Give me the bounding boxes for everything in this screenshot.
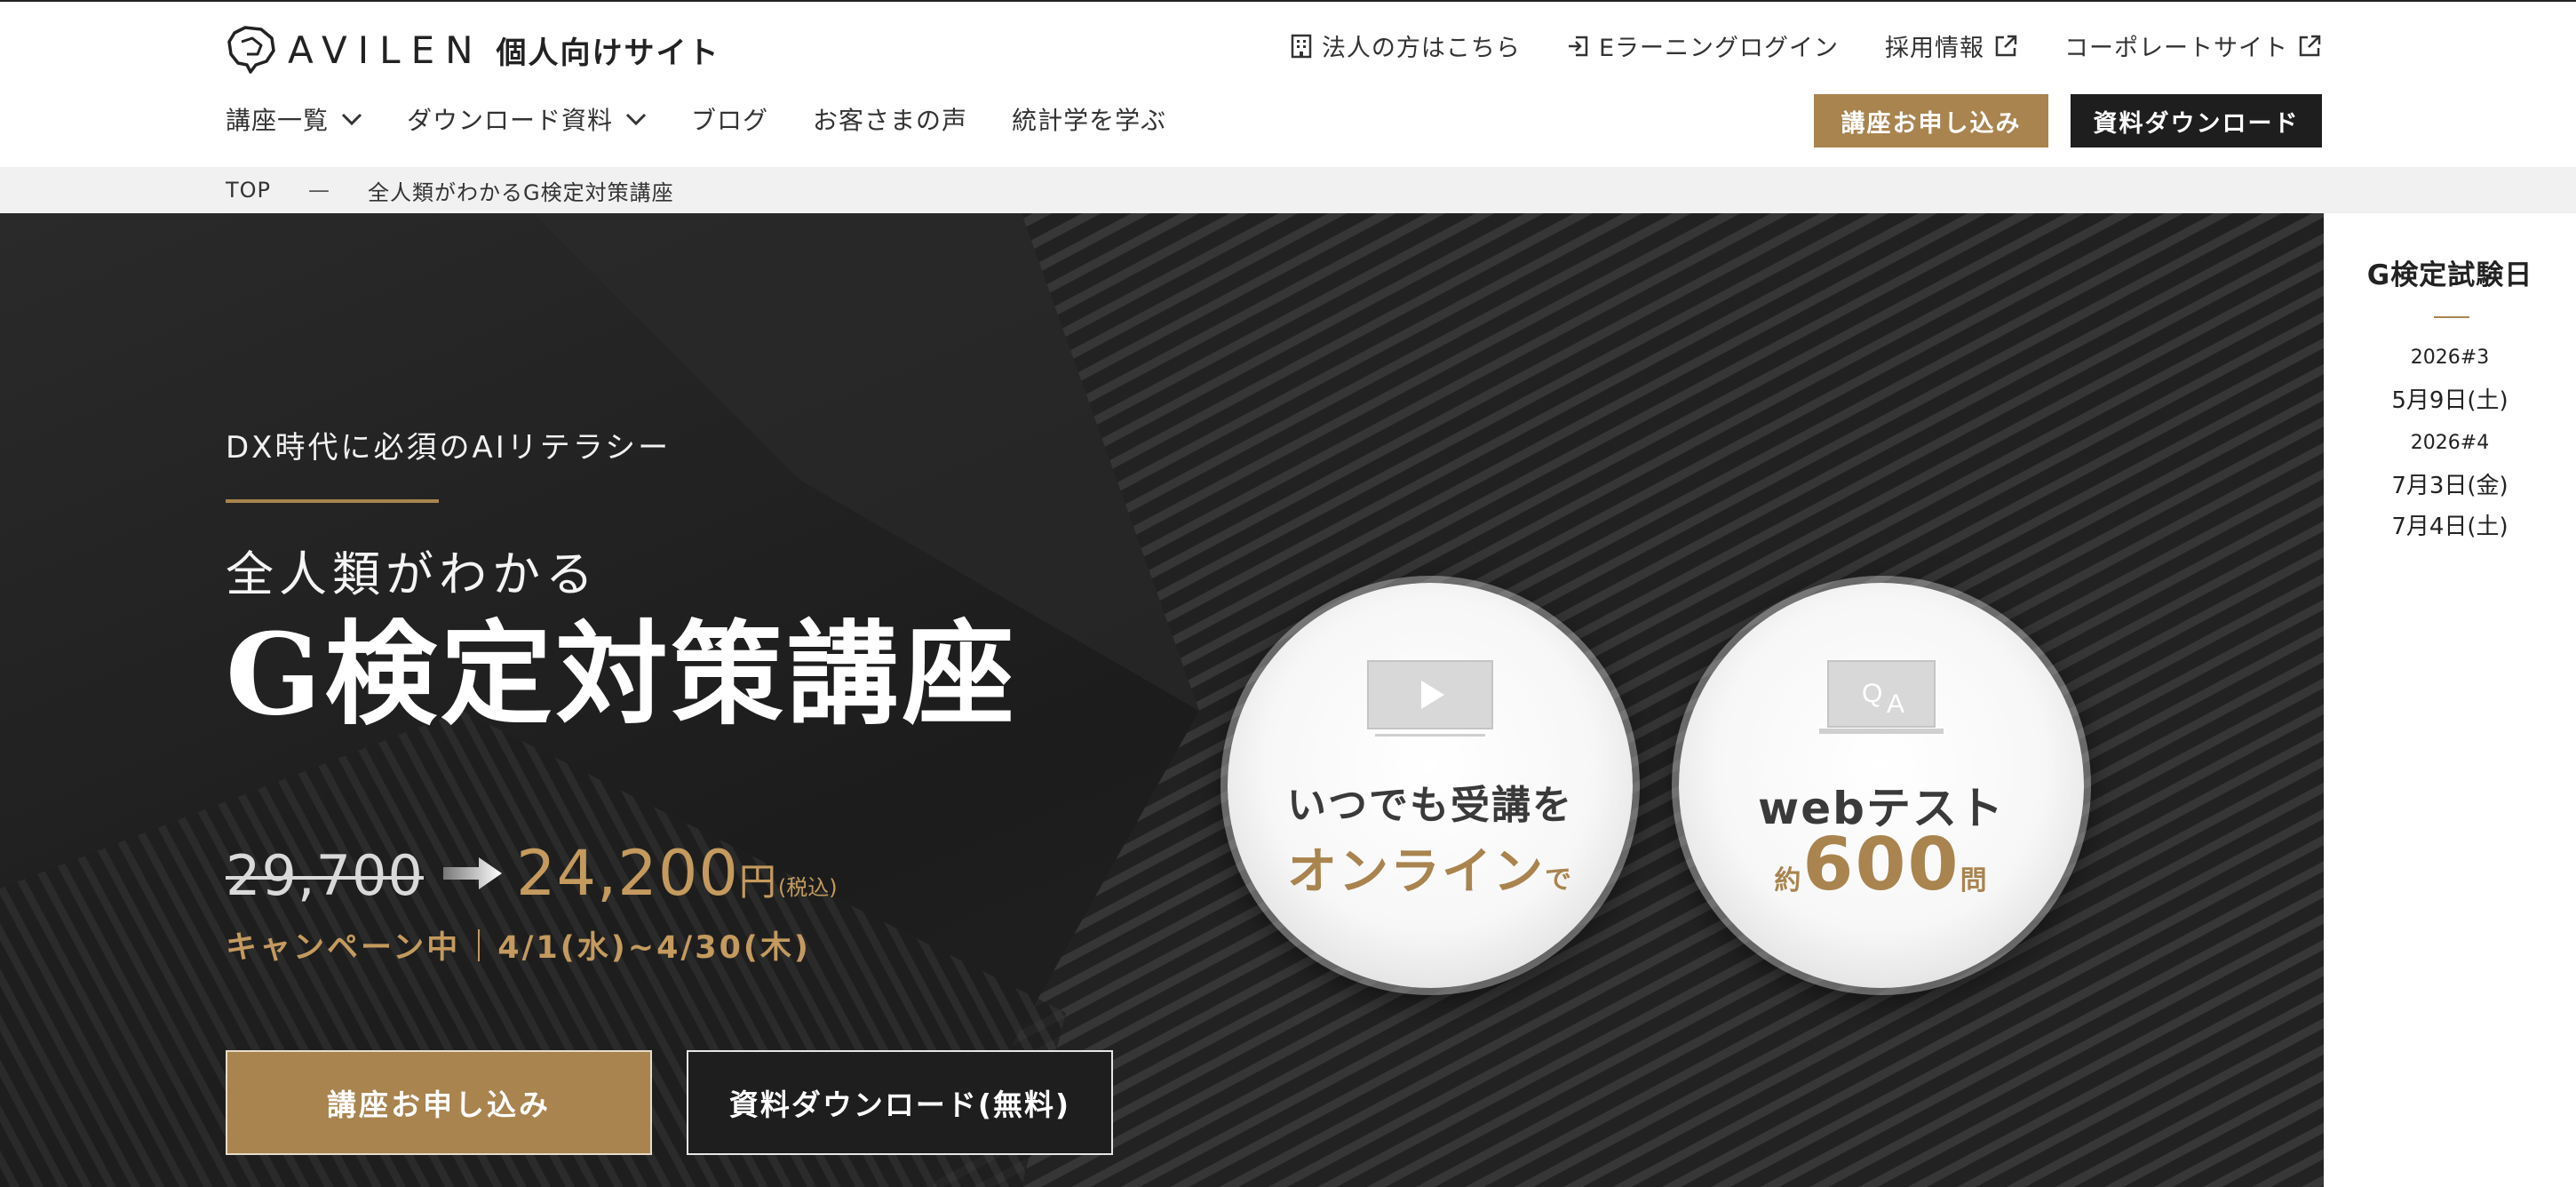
site-header: AVILEN 個人向けサイト 法人の方はこちら Eラーニングログイン 採用情報: [0, 2, 2576, 167]
avilen-logo-icon: [227, 26, 275, 74]
nav-testimonials[interactable]: お客さまの声: [813, 101, 967, 137]
breadcrumb-separator: —: [308, 178, 331, 203]
feature-webtest-count: 600: [1802, 823, 1960, 907]
price-old: 29,700: [226, 843, 424, 908]
nav-statistics[interactable]: 統計学を学ぶ: [1012, 101, 1166, 137]
building-icon: [1291, 34, 1312, 58]
brand-sub: 個人向けサイト: [496, 35, 720, 71]
exam-date: 7月3日(金): [2391, 473, 2508, 499]
nav-downloads[interactable]: ダウンロード資料: [407, 101, 647, 137]
hero: DX時代に必須のAIリテラシー 全人類がわかる G検定対策講座 29,700 2…: [0, 213, 2324, 1187]
header-apply-button[interactable]: 講座お申し込み: [1814, 94, 2048, 147]
exam-date: 7月4日(土): [2391, 514, 2508, 540]
hero-title: G検定対策講座: [226, 609, 1018, 740]
utility-nav: 法人の方はこちら Eラーニングログイン 採用情報 コーポレートサイト: [1290, 28, 2322, 63]
feature-online: いつでも受講を オンラインで: [1228, 583, 1633, 988]
feature-webtest-line2: 約600問: [1679, 823, 2084, 907]
eyebrow-divider: [226, 499, 439, 503]
external-link-icon: [1995, 35, 2017, 56]
external-link-icon: [2299, 35, 2321, 56]
price-row: 29,700 24,200 円 (税込): [226, 837, 838, 910]
login-icon: [1568, 36, 1588, 56]
campaign-label: キャンペーン中: [226, 930, 461, 966]
util-link-label: 法人の方はこちら: [1321, 35, 1521, 62]
price-tax: (税込): [777, 875, 838, 900]
campaign-row: キャンペーン中 4/1(水)~4/30(木): [226, 922, 811, 968]
hero-download-button[interactable]: 資料ダウンロード(無料): [687, 1050, 1113, 1155]
nav-label: 統計学を学ぶ: [1012, 106, 1167, 135]
feature-online-line1: いつでも受講を: [1287, 783, 1573, 828]
util-link-recruit[interactable]: 採用情報: [1885, 28, 2018, 63]
feature-webtest: Q A webテスト 約600問: [1679, 583, 2084, 988]
nav-label: お客さまの声: [813, 106, 968, 135]
util-link-label: コーポレートサイト: [2064, 35, 2288, 62]
exam-dates-title: G検定試験日: [2366, 259, 2533, 291]
hero-subtitle: 全人類がわかる: [226, 546, 599, 602]
exam-dates-panel: G検定試験日 2026#3 5月9日(土) 2026#4 7月3日(金) 7月4…: [2324, 213, 2576, 1187]
feature-online-main: オンライン: [1287, 843, 1545, 901]
nav-label: ブログ: [691, 106, 769, 135]
video-play-icon: [1367, 660, 1493, 737]
util-link-elearning-login[interactable]: Eラーニングログイン: [1567, 28, 1839, 63]
util-link-label: Eラーニングログイン: [1598, 35, 1839, 62]
campaign-period: 4/1(水)~4/30(木): [497, 930, 811, 966]
hero-eyebrow: DX時代に必須のAIリテラシー: [226, 430, 672, 466]
nav-label: 講座一覧: [226, 106, 330, 135]
nav-courses[interactable]: 講座一覧: [226, 101, 362, 137]
breadcrumb-current: 全人類がわかるG検定対策講座: [368, 179, 674, 205]
util-link-corporate-site[interactable]: コーポレートサイト: [2064, 28, 2322, 63]
exam-dates-divider: [2434, 316, 2469, 318]
campaign-divider: [478, 928, 481, 961]
brand-name: AVILEN: [288, 28, 484, 72]
breadcrumb: TOP — 全人類がわかるG検定対策講座: [0, 167, 2576, 213]
hero-apply-button[interactable]: 講座お申し込み: [226, 1050, 652, 1155]
util-link-label: 採用情報: [1885, 35, 1984, 62]
svg-text:Q: Q: [1862, 679, 1882, 708]
chevron-down-icon: [341, 113, 362, 126]
exam-round-label: 2026#3: [2410, 347, 2490, 369]
exam-date: 5月9日(土): [2391, 387, 2508, 414]
feature-webtest-suffix: 問: [1960, 865, 1989, 896]
nav-label: ダウンロード資料: [407, 106, 614, 135]
main-nav: 講座一覧 ダウンロード資料 ブログ お客さまの声 統計学を学ぶ: [226, 101, 1166, 137]
qa-icon: Q A: [1819, 660, 1944, 734]
arrow-right-icon: [442, 857, 502, 889]
breadcrumb-home[interactable]: TOP: [226, 178, 271, 203]
header-download-button[interactable]: 資料ダウンロード: [2071, 94, 2322, 147]
util-link-corporate-customers[interactable]: 法人の方はこちら: [1290, 28, 1521, 63]
brand-logo[interactable]: AVILEN 個人向けサイト: [226, 23, 720, 76]
feature-online-line2: オンラインで: [1228, 832, 1633, 904]
exam-round-label: 2026#4: [2410, 432, 2490, 454]
price-unit: 円: [738, 860, 776, 904]
nav-blog[interactable]: ブログ: [691, 101, 768, 137]
feature-webtest-prefix: 約: [1774, 865, 1803, 896]
feature-online-suffix: で: [1545, 864, 1573, 896]
chevron-down-icon: [625, 113, 647, 126]
svg-text:A: A: [1887, 689, 1904, 719]
price-new: 24,200: [515, 837, 739, 910]
